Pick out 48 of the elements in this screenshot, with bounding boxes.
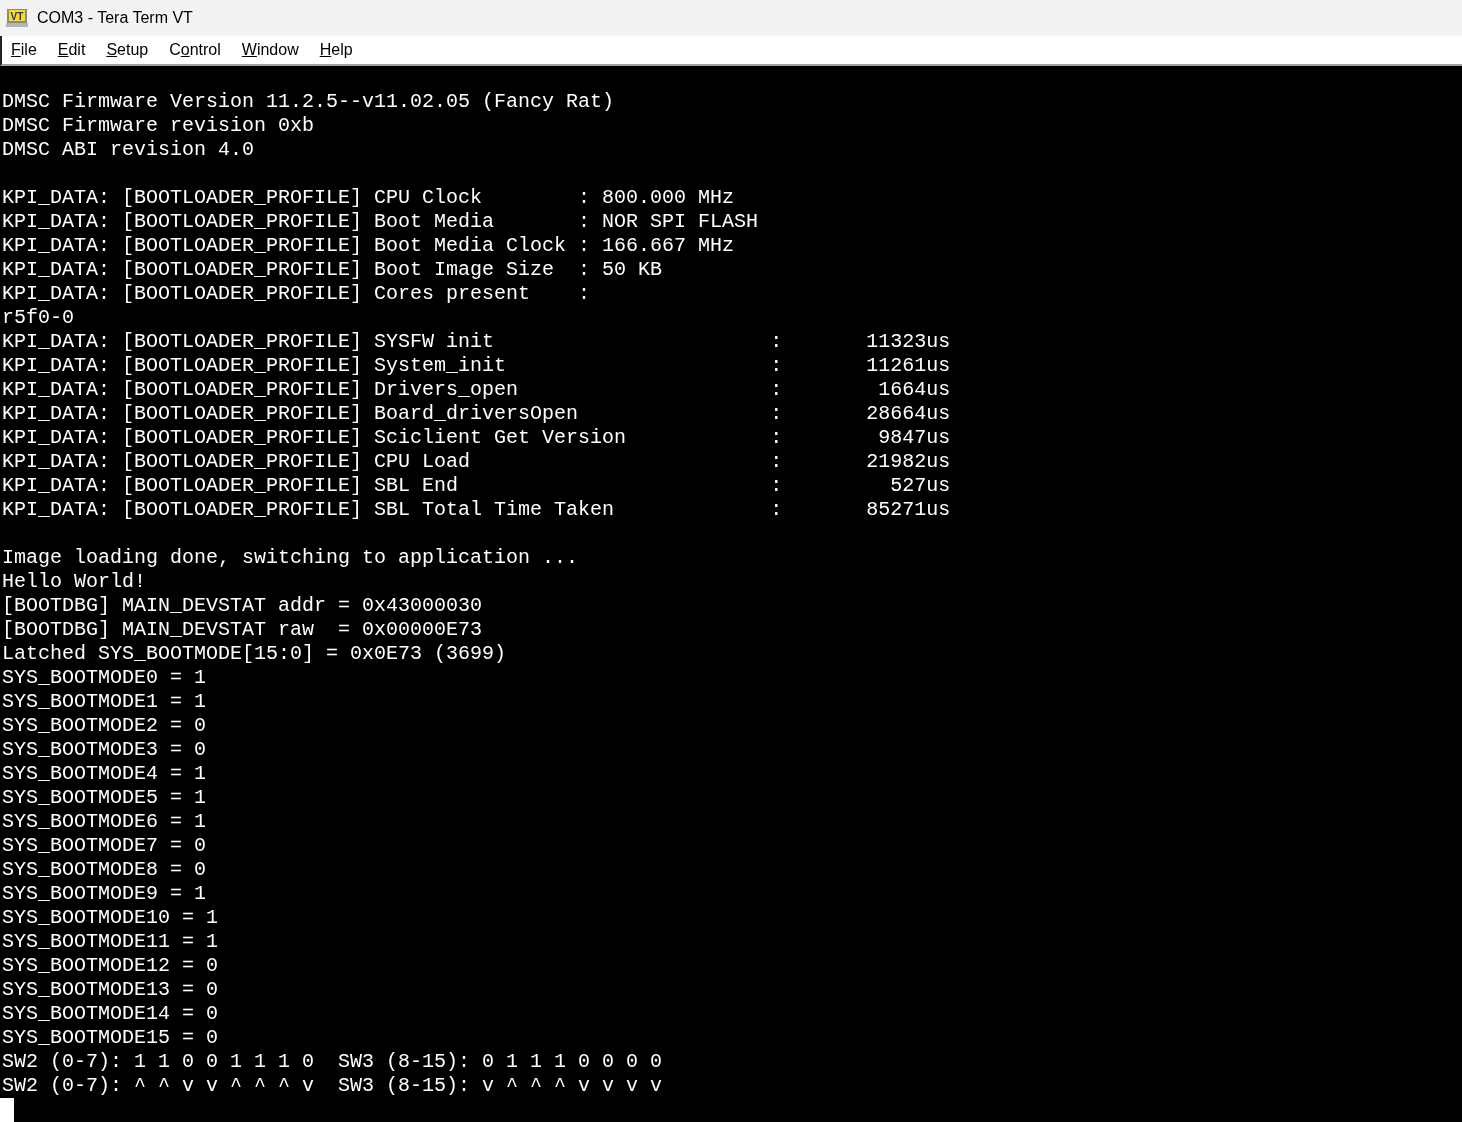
terminal-line: SYS_BOOTMODE9 = 1 (2, 882, 207, 906)
terminal-line: DMSC Firmware Version 11.2.5--v11.02.05 (Fancy Rat) (2, 90, 615, 114)
terminal-line: SW2 (0-7): ^ ^ v v ^ ^ ^ v SW3 (8-15): v ^ ^ ^ v v v v (2, 1074, 663, 1098)
terminal-line: SYS_BOOTMODE8 = 0 (2, 858, 207, 882)
terminal-line: SYS_BOOTMODE3 = 0 (2, 738, 207, 762)
menu-item[interactable]: Control (168, 41, 231, 59)
terminal-line: Image loading done, switching to application ... (2, 546, 579, 570)
terminal-line: SYS_BOOTMODE11 = 1 (2, 930, 219, 954)
terminal-line: DMSC Firmware revision 0xb (2, 114, 315, 138)
terminal-line: KPI_DATA: [BOOTLOADER_PROFILE] Boot Image Size : 50 KB (2, 258, 663, 282)
terminal-line: SYS_BOOTMODE12 = 0 (2, 954, 219, 978)
terminal-line: DMSC ABI revision 4.0 (2, 138, 255, 162)
terminal-line: SYS_BOOTMODE1 = 1 (2, 690, 207, 714)
terminal-line: KPI_DATA: [BOOTLOADER_PROFILE] CPU Load : 21982us (2, 450, 951, 474)
window-title: COM3 - Tera Term VT (37, 9, 193, 27)
terminal-line: SYS_BOOTMODE7 = 0 (2, 834, 207, 858)
terminal-line: [BOOTDBG] MAIN_DEVSTAT raw = 0x00000E73 (2, 618, 483, 642)
terminal-line: SYS_BOOTMODE2 = 0 (2, 714, 207, 738)
terminal-line: KPI_DATA: [BOOTLOADER_PROFILE] SBL Total Time Taken : 85271us (2, 498, 951, 522)
terminal-line: SYS_BOOTMODE13 = 0 (2, 978, 219, 1002)
terminal-line: KPI_DATA: [BOOTLOADER_PROFILE] Cores present : (2, 282, 591, 306)
terminal-line: SYS_BOOTMODE10 = 1 (2, 906, 219, 930)
terminal-line: SYS_BOOTMODE14 = 0 (2, 1002, 219, 1026)
terminal-line: KPI_DATA: [BOOTLOADER_PROFILE] SBL End : 527us (2, 474, 951, 498)
terminal-line: SYS_BOOTMODE0 = 1 (2, 666, 207, 690)
terminal-line: KPI_DATA: [BOOTLOADER_PROFILE] Drivers_open : 1664us (2, 378, 951, 402)
terminal-line: KPI_DATA: [BOOTLOADER_PROFILE] Boot Media Clock : 166.667 MHz (2, 234, 735, 258)
terminal-line: KPI_DATA: [BOOTLOADER_PROFILE] Board_driversOpen : 28664us (2, 402, 951, 426)
terminal-line: KPI_DATA: [BOOTLOADER_PROFILE] CPU Clock : 800.000 MHz (2, 186, 735, 210)
terminal-line: KPI_DATA: [BOOTLOADER_PROFILE] System_init : 11261us (2, 354, 951, 378)
menu-item[interactable]: Edit (56, 41, 96, 59)
terminal-line: KPI_DATA: [BOOTLOADER_PROFILE] Boot Media : NOR SPI FLASH (2, 210, 759, 234)
terminal-line: SYS_BOOTMODE4 = 1 (2, 762, 207, 786)
terminal-line: r5f0-0 (2, 306, 74, 330)
terminal-line: KPI_DATA: [BOOTLOADER_PROFILE] SYSFW init : 11323us (2, 330, 951, 354)
terminal-line: Latched SYS_BOOTMODE[15:0] = 0x0E73 (3699) (2, 642, 507, 666)
menu-item[interactable]: Setup (105, 41, 159, 59)
terminal-line: [BOOTDBG] MAIN_DEVSTAT addr = 0x43000030 (2, 594, 483, 618)
menu-item[interactable]: File (10, 41, 47, 59)
terminal-line: SYS_BOOTMODE6 = 1 (2, 810, 207, 834)
terminal-line: SYS_BOOTMODE5 = 1 (2, 786, 207, 810)
menu-item[interactable]: Help (318, 41, 363, 59)
terminal-line: SYS_BOOTMODE15 = 0 (2, 1026, 219, 1050)
terminal-line: SW2 (0-7): 1 1 0 0 1 1 1 0 SW3 (8-15): 0 1 1 1 0 0 0 0 (2, 1050, 663, 1074)
menu-item[interactable]: Window (240, 41, 309, 59)
terminal-line: KPI_DATA: [BOOTLOADER_PROFILE] Sciclient Get Version : 9847us (2, 426, 951, 450)
terminal-line: Hello World! (2, 570, 147, 594)
text-cursor (0, 1098, 14, 1122)
